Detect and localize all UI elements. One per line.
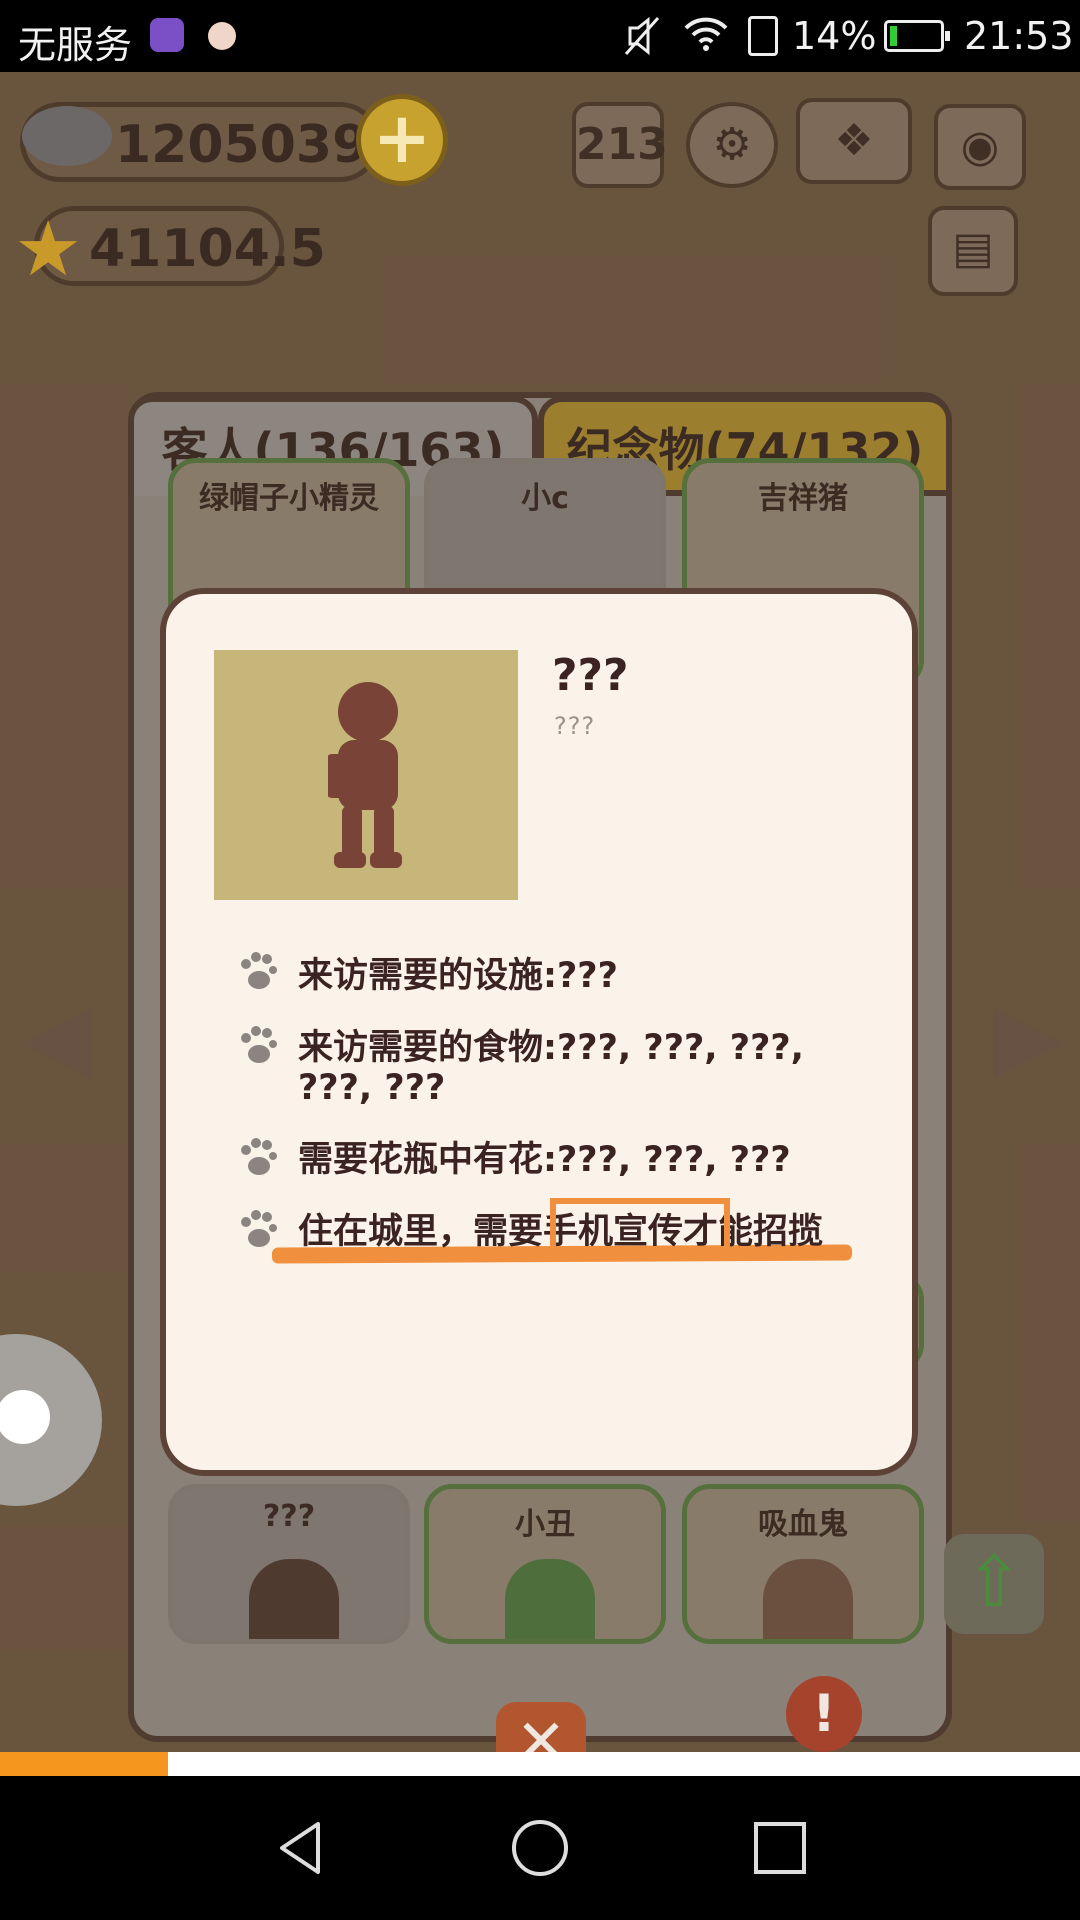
clown-figure: [505, 1559, 595, 1639]
requirement-flowers: 需要花瓶中有花:???, ???, ???: [298, 1140, 791, 1180]
battery-icon: [884, 20, 950, 52]
star-count: 41104.5: [89, 219, 326, 279]
guest-name: ???: [552, 650, 629, 701]
guest-card[interactable]: 吸血鬼: [682, 1484, 924, 1644]
guest-subtitle: ???: [554, 712, 596, 740]
guest-card-name: 吉祥猪: [758, 481, 848, 516]
alert-icon[interactable]: !: [786, 1676, 862, 1752]
rank-icon[interactable]: 213: [572, 102, 668, 188]
close-button[interactable]: ✕: [496, 1702, 586, 1752]
gear-icon[interactable]: ⚙: [686, 102, 778, 188]
gallery-app-icon: [150, 18, 184, 52]
ad-banner[interactable]: [0, 1752, 1080, 1776]
guest-card[interactable]: ???: [168, 1484, 410, 1644]
requirement-food: 来访需要的食物:???, ???, ???, ???, ???: [298, 1028, 804, 1108]
camera-icon[interactable]: ◉: [934, 104, 1026, 190]
home-icon[interactable]: [510, 1818, 570, 1878]
mute-icon: [622, 14, 662, 67]
highlight-box: [550, 1198, 730, 1252]
sim-icon: [748, 16, 778, 56]
card-icon[interactable]: ▤: [928, 206, 1018, 296]
paw-icon: [241, 1138, 277, 1175]
game-scene: 12050396 + 41104.5 ★ 213 ⚙ ❖ ◉ ▤ ◀ ▶ 客人(…: [0, 72, 1080, 1752]
guest-card-name: 绿帽子小精灵: [199, 481, 379, 516]
wifi-icon: [682, 10, 730, 67]
guest-card-name: 吸血鬼: [758, 1507, 848, 1542]
previous-page-arrow[interactable]: ◀: [22, 984, 91, 1089]
guest-card[interactable]: 小丑: [424, 1484, 666, 1644]
guest-card-name: ???: [262, 1499, 316, 1534]
battery-percent: 14%: [792, 14, 877, 58]
navigation-bar: [0, 1776, 1080, 1920]
book-icon[interactable]: ❖: [796, 98, 912, 184]
add-fish-button[interactable]: +: [356, 94, 448, 186]
fish-icon: [22, 106, 112, 166]
paw-icon: [241, 1210, 277, 1247]
guest-card-name: 小c: [521, 481, 569, 516]
paw-icon: [241, 1026, 277, 1063]
guest-card-name: 小丑: [515, 1507, 575, 1542]
next-page-arrow[interactable]: ▶: [994, 984, 1063, 1089]
guest-detail-dialog: ??? ??? 来访需要的设施:??? 来访需要的食物:???, ???, ??…: [160, 588, 918, 1476]
vampire-figure: [763, 1559, 853, 1639]
requirement-facility: 来访需要的设施:???: [298, 956, 618, 996]
guest-silhouette: [249, 1559, 339, 1639]
guest-silhouette-icon: [328, 682, 402, 868]
upgrade-arrow-icon[interactable]: ⇧: [944, 1534, 1044, 1634]
paw-icon: [241, 952, 277, 989]
recents-icon[interactable]: [752, 1820, 808, 1876]
back-icon[interactable]: [272, 1818, 332, 1878]
status-bar: 无服务 14% 21:53: [0, 0, 1080, 72]
carrier-label: 无服务: [18, 23, 133, 67]
clock: 21:53: [964, 14, 1074, 58]
star-icon: ★: [14, 204, 83, 293]
guest-portrait: [214, 650, 518, 900]
game-app-icon: [208, 22, 236, 50]
